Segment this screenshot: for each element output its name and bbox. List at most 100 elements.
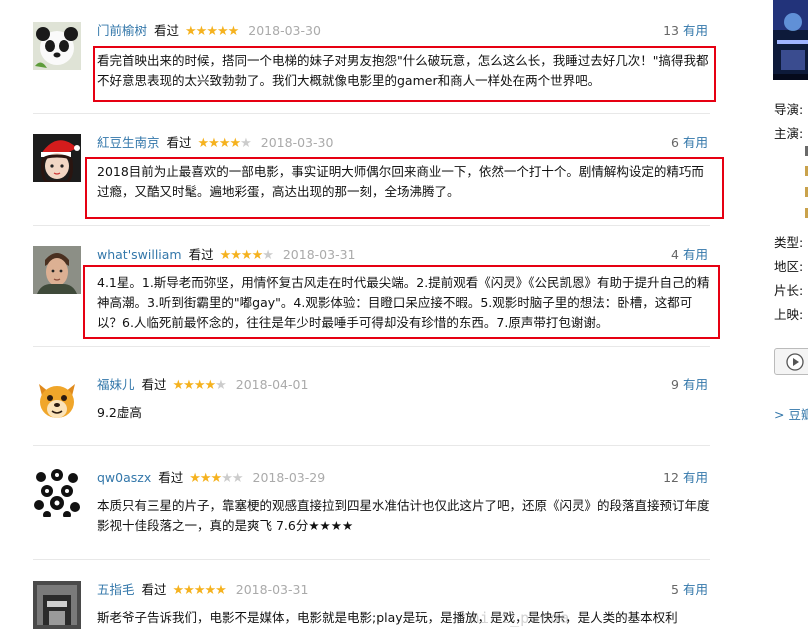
star-filled-icon: ★	[183, 378, 195, 393]
useful-button[interactable]: 有用	[683, 135, 708, 150]
star-empty-icon: ★	[262, 248, 274, 263]
watch-status: 看过	[166, 135, 192, 150]
rating-stars: ★★★★★	[172, 378, 227, 393]
star-empty-icon: ★	[221, 471, 233, 486]
star-filled-icon: ★	[172, 378, 185, 393]
comment-date: 2018-03-30	[260, 135, 334, 150]
avatar[interactable]	[33, 22, 81, 70]
highlight-box	[83, 265, 720, 339]
comment-meta: qw0aszx 看过 ★★★★★ 2018-03-29 12 有用	[97, 469, 710, 487]
vote-count: 6	[671, 135, 679, 150]
star-filled-icon: ★	[183, 583, 195, 598]
star-filled-icon: ★	[195, 24, 208, 39]
author-link[interactable]: qw0aszx	[97, 470, 151, 485]
star-filled-icon: ★	[193, 378, 206, 393]
avatar[interactable]	[33, 246, 81, 294]
watch-status: 看过	[188, 247, 214, 262]
star-filled-icon: ★	[230, 248, 242, 263]
play-trailer-button[interactable]	[774, 348, 808, 375]
comment-text: 9.2虚高	[97, 405, 142, 420]
author-link[interactable]: 五指毛	[97, 582, 135, 597]
votes: 9 有用	[671, 376, 708, 394]
santa-girl-avatar-icon	[33, 134, 81, 182]
author-link[interactable]: 紅豆生南京	[97, 135, 160, 150]
avatar[interactable]	[33, 376, 81, 424]
divider	[33, 346, 710, 347]
star-filled-icon: ★	[193, 583, 206, 598]
cartoon-dog-avatar-icon	[33, 376, 81, 424]
star-filled-icon: ★	[240, 248, 253, 263]
poster-image-icon	[773, 0, 808, 80]
comment-meta: what'swilliam 看过 ★★★★★ 2018-03-31 4 有用	[97, 246, 710, 264]
star-filled-icon: ★	[219, 248, 232, 263]
comment-meta: 门前榆树 看过 ★★★★★ 2018-03-30 13 有用	[97, 22, 710, 40]
runtime-label: 片长:	[774, 283, 804, 298]
divider	[33, 559, 710, 560]
author-link[interactable]: what'swilliam	[97, 247, 182, 262]
star-filled-icon: ★	[218, 136, 231, 151]
watch-status: 看过	[158, 470, 184, 485]
highlight-box	[93, 46, 716, 102]
useful-button[interactable]: 有用	[683, 582, 708, 597]
star-filled-icon: ★	[251, 248, 264, 263]
divider	[33, 113, 710, 114]
votes: 6 有用	[671, 134, 708, 152]
star-empty-icon: ★	[231, 471, 244, 486]
comment-date: 2018-03-31	[282, 247, 356, 262]
panda-avatar-icon	[33, 22, 81, 70]
votes: 5 有用	[671, 581, 708, 599]
vote-count: 13	[663, 23, 679, 38]
star-empty-icon: ★	[240, 136, 252, 151]
star-filled-icon: ★	[204, 378, 216, 393]
useful-button[interactable]: 有用	[683, 247, 708, 262]
star-filled-icon: ★	[197, 136, 210, 151]
vote-count: 9	[671, 377, 679, 392]
useful-button[interactable]: 有用	[683, 23, 708, 38]
watch-status: 看过	[141, 377, 167, 392]
avatar[interactable]	[33, 581, 81, 629]
author-link[interactable]: 福妹儿	[97, 377, 135, 392]
avatar[interactable]	[33, 134, 81, 182]
votes: 4 有用	[671, 246, 708, 264]
vote-count: 5	[671, 582, 679, 597]
comment-meta: 福妹儿 看过 ★★★★★ 2018-04-01 9 有用	[97, 376, 710, 394]
comment-list: 门前榆树 看过 ★★★★★ 2018-03-30 13 有用 看完首映出来的时候，…	[0, 0, 730, 639]
pattern-avatar-icon	[33, 469, 81, 517]
useful-button[interactable]: 有用	[683, 470, 708, 485]
star-filled-icon: ★	[216, 24, 229, 39]
votes: 12 有用	[663, 469, 708, 487]
author-link[interactable]: 门前榆树	[97, 23, 147, 38]
rating-stars: ★★★★★	[173, 583, 227, 598]
vote-count: 12	[663, 470, 679, 485]
avatar[interactable]	[33, 469, 81, 517]
movie-info-sidebar: 导演: 主演: 类型: 地区: 片长: 上映: > 豆瓣	[765, 0, 808, 639]
movie-poster[interactable]	[773, 0, 808, 80]
star-filled-icon: ★	[229, 136, 241, 151]
star-filled-icon: ★	[227, 24, 240, 39]
director-label: 导演:	[774, 102, 804, 117]
genre-label: 类型:	[774, 235, 804, 250]
photo-avatar-icon	[33, 581, 81, 629]
star-filled-icon: ★	[206, 24, 218, 39]
star-filled-icon: ★	[199, 471, 212, 486]
star-filled-icon: ★	[185, 24, 197, 39]
douban-link[interactable]: > 豆瓣	[774, 404, 808, 423]
rating-stars: ★★★★★	[219, 248, 274, 263]
watermark: mini_panda	[470, 609, 571, 627]
comment-text: 斯老爷子告诉我们，电影不是媒体，电影就是电影;play是玩，是播放，是戏，是快乐…	[97, 610, 678, 625]
divider	[33, 225, 710, 226]
region-label: 地区:	[774, 259, 804, 274]
comment-item: 福妹儿 看过 ★★★★★ 2018-04-01 9 有用 9.2虚高	[33, 376, 710, 436]
star-filled-icon: ★	[208, 136, 220, 151]
useful-button[interactable]: 有用	[683, 377, 708, 392]
star-empty-icon: ★	[215, 378, 227, 393]
divider	[33, 445, 710, 446]
star-filled-icon: ★	[189, 471, 201, 486]
comment-date: 2018-03-31	[235, 582, 309, 597]
watch-status: 看过	[154, 23, 180, 38]
comment-date: 2018-03-30	[248, 23, 321, 38]
cast-label: 主演:	[774, 126, 804, 141]
rating-stars: ★★★★★	[197, 136, 252, 151]
rating-stars: ★★★★★	[189, 471, 244, 486]
comment-item: qw0aszx 看过 ★★★★★ 2018-03-29 12 有用 本质只有三星的…	[33, 469, 710, 559]
